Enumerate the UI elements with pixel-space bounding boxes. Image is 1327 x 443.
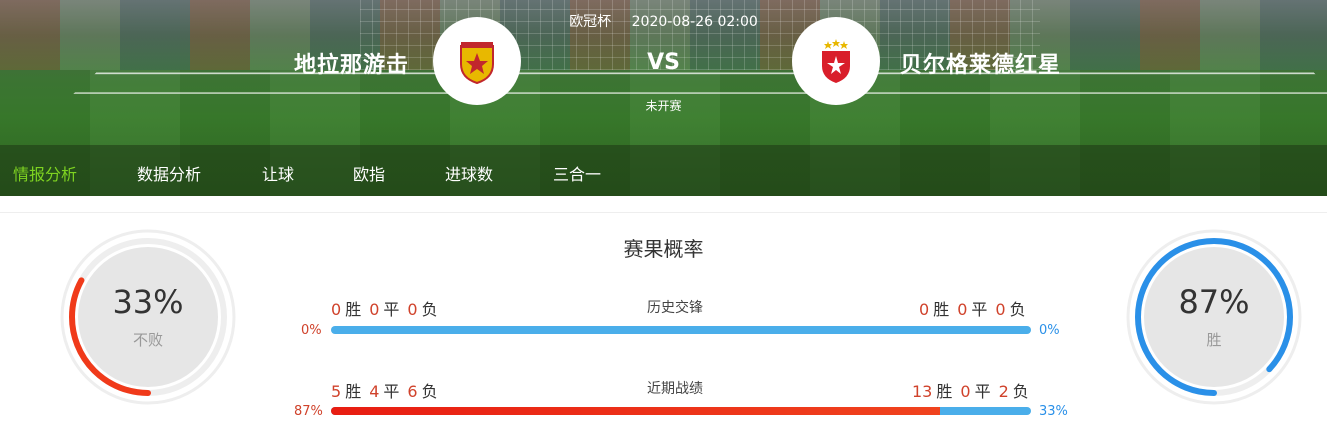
home-probability-label: 不败 — [132, 331, 163, 349]
section-divider — [0, 212, 1327, 213]
history-home-record: 0胜0平0负 — [331, 296, 446, 320]
recent-home-record: 5胜4平6负 — [331, 378, 446, 402]
home-probability-value: 33% — [112, 283, 184, 321]
red-star-crest-icon — [822, 39, 850, 83]
history-home-draws: 0 — [369, 300, 380, 319]
win-label: 胜 — [345, 382, 362, 401]
recent-home-wins: 5 — [331, 382, 342, 401]
draw-label: 平 — [974, 382, 991, 401]
history-home-pct: 0% — [301, 323, 322, 338]
win-label: 胜 — [936, 382, 953, 401]
match-meta: 欧冠杯 2020-08-26 02:00 — [0, 11, 1327, 31]
match-header: 欧冠杯 2020-08-26 02:00 地拉那游击 VS 未开赛 贝尔格莱德红… — [0, 0, 1327, 196]
draw-label: 平 — [383, 300, 400, 319]
tab-three-in-one[interactable]: 三合一 — [553, 161, 601, 185]
away-probability-label: 胜 — [1206, 331, 1222, 349]
draw-label: 平 — [971, 300, 988, 319]
loss-label: 负 — [1012, 382, 1029, 401]
recent-home-losses: 6 — [407, 382, 418, 401]
tab-handicap[interactable]: 让球 — [262, 161, 294, 185]
loss-label: 负 — [421, 300, 438, 319]
recent-away-record: 13 胜 0 平 2 负 — [912, 378, 1037, 402]
away-probability-gauge: 87% 胜 — [1126, 229, 1302, 405]
recent-home-draws: 4 — [369, 382, 380, 401]
history-bar — [331, 326, 1031, 334]
recent-away-wins: 13 — [912, 382, 933, 401]
history-away-losses: 0 — [995, 300, 1006, 319]
history-title: 历史交锋 — [647, 300, 703, 316]
history-home-losses: 0 — [407, 300, 418, 319]
tab-goals[interactable]: 进球数 — [445, 161, 493, 185]
away-probability-value: 87% — [1178, 283, 1250, 321]
win-label: 胜 — [345, 300, 362, 319]
loss-label: 负 — [1009, 300, 1026, 319]
match-status: 未开赛 — [645, 99, 682, 113]
draw-label: 平 — [383, 382, 400, 401]
competition-name: 欧冠杯 — [569, 14, 612, 30]
recent-bar — [331, 407, 1031, 415]
match-datetime: 2020-08-26 02:00 — [631, 14, 758, 30]
recent-away-draws: 0 — [960, 382, 971, 401]
recent-home-fill — [331, 407, 940, 415]
history-away-pct: 0% — [1039, 323, 1060, 338]
tab-euro-odds[interactable]: 欧指 — [353, 161, 385, 185]
vs-label: VS — [647, 50, 680, 75]
home-probability-gauge: 33% 不败 — [60, 229, 236, 405]
history-away-record: 0胜0平0负 — [919, 296, 1034, 320]
recent-home-pct: 87% — [294, 404, 323, 419]
loss-label: 负 — [421, 382, 438, 401]
history-away-draws: 0 — [957, 300, 968, 319]
recent-title: 近期战绩 — [647, 381, 703, 397]
analysis-tabs: 情报分析 数据分析 让球 欧指 进球数 三合一 — [0, 145, 1327, 196]
history-home-wins: 0 — [331, 300, 342, 319]
pitch-line — [73, 72, 1327, 94]
tab-data-analysis[interactable]: 数据分析 — [137, 161, 201, 185]
history-away-wins: 0 — [919, 300, 930, 319]
recent-away-losses: 2 — [998, 382, 1009, 401]
recent-away-pct: 33% — [1039, 404, 1068, 419]
away-team-name[interactable]: 贝尔格莱德红星 — [900, 47, 1061, 79]
tab-intel-analysis[interactable]: 情报分析 — [13, 161, 77, 185]
win-label: 胜 — [933, 300, 950, 319]
away-team-logo[interactable] — [792, 17, 880, 105]
